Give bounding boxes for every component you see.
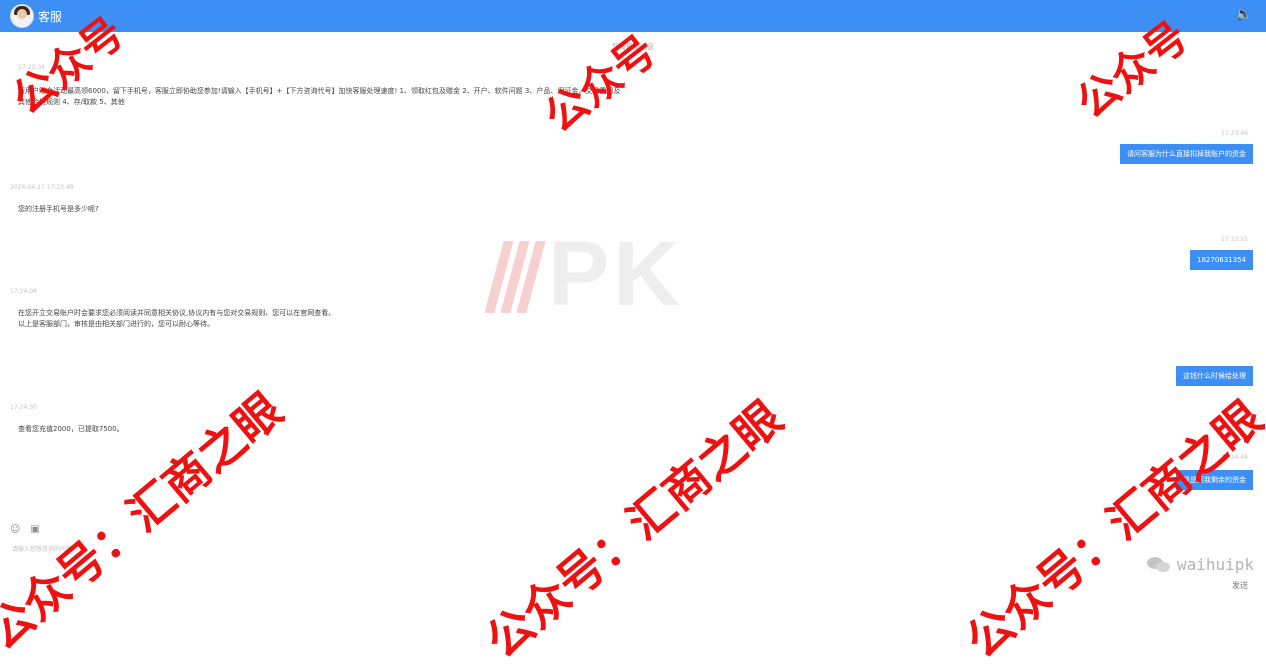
message-timestamp: 2024-04-17 17:23:49 [10, 184, 74, 191]
pk-watermark: PK [484, 223, 684, 325]
message-line: 您的注册手机号是多少呢? [18, 205, 99, 213]
wechat-icon [1146, 556, 1171, 574]
image-icon[interactable]: ▣ [30, 524, 39, 535]
agent-name: 客服 [38, 10, 63, 24]
speaker-icon[interactable]: 🔈 [1236, 7, 1252, 22]
message-timestamp: 17:24:30 [10, 404, 37, 411]
message-line: 其他合约规则 4、存/取款 5、其他 [18, 98, 125, 106]
pk-logo-text: PK [548, 223, 684, 325]
site-badge: waihuipk [1146, 555, 1254, 574]
agent-avatar[interactable] [10, 4, 34, 28]
outgoing-message: 18270631354 [1190, 250, 1253, 270]
emoji-icon[interactable]: ☺ [10, 524, 20, 535]
message-line: 在您开立交易账户时会要求您必须阅读并同意相关协议,协议内有与您对交易规则、您可以… [18, 309, 336, 317]
input-toolbar: ☺ ▣ [10, 524, 40, 535]
incoming-message: 在您开立交易账户时会要求您必须阅读并同意相关协议,协议内有与您对交易规则、您可以… [18, 308, 438, 330]
outgoing-message: 这钱什么时候给处理 [1176, 366, 1253, 386]
message-timestamp: 17:24:08 [10, 288, 37, 295]
wechat-bubble [1155, 561, 1170, 572]
incoming-message: 新用户赠金活动最高领6000，留下手机号，客服立即协助您参加!请输入【手机号】+… [18, 86, 758, 108]
outgoing-message: 请问客服为什么直接扣掉我账户的资金 [1120, 144, 1253, 164]
incoming-message: 查看您充值2000，已提取7500。 [18, 424, 124, 435]
message-timestamp: 17:23:46 [1221, 130, 1248, 137]
message-line: 查看您充值2000，已提取7500。 [18, 425, 124, 433]
incoming-message: 您的注册手机号是多少呢? [18, 204, 99, 215]
message-line: 以上是客服部门，审核是由相关部门进行的，您可以耐心等待。 [18, 320, 214, 328]
site-badge-text: waihuipk [1176, 555, 1254, 574]
message-line: 新用户赠金活动最高领6000，留下手机号，客服立即协助您参加!请输入【手机号】+… [18, 87, 621, 95]
send-button[interactable]: 发送 [1232, 580, 1248, 591]
pk-logo-bars [484, 241, 546, 313]
avatar-face [17, 9, 27, 19]
message-timestamp: 17:23:55 [1221, 236, 1248, 243]
